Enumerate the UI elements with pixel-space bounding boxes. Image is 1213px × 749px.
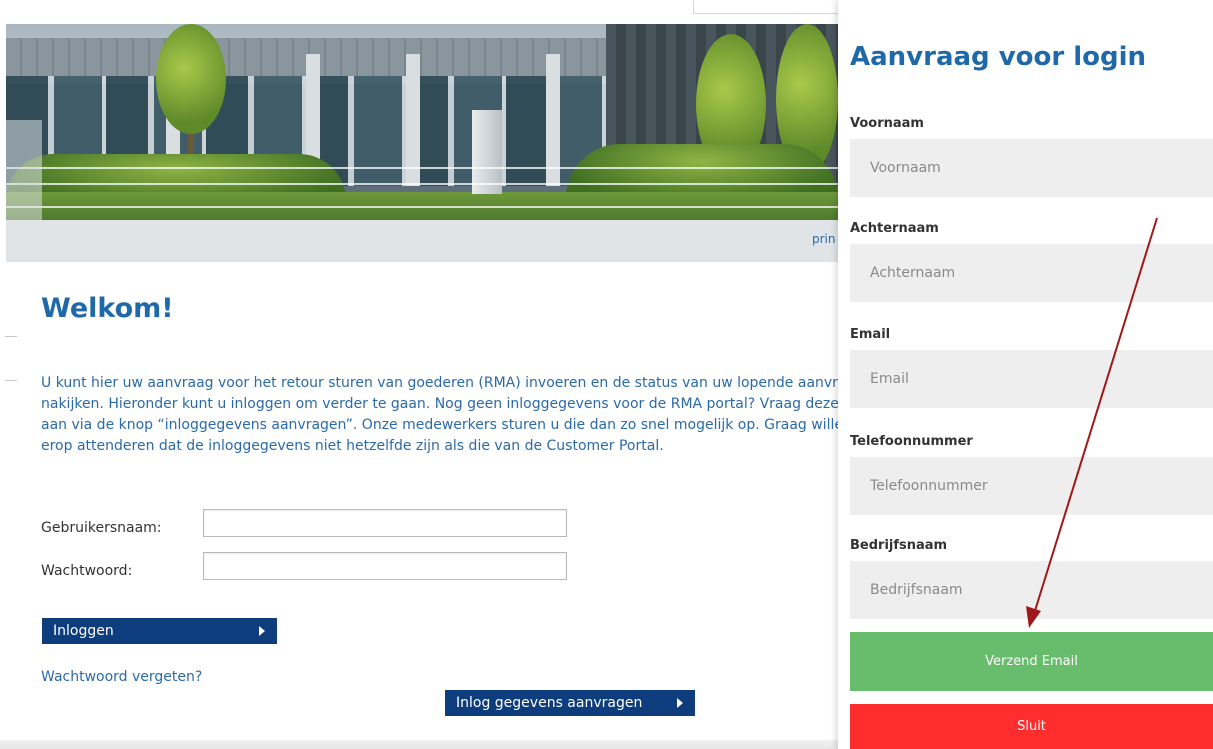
login-button[interactable]: Inloggen (42, 618, 277, 644)
login-request-panel: Aanvraag voor login Voornaam Achternaam … (838, 0, 1213, 749)
banner-side-tab (6, 120, 42, 220)
firstname-input[interactable] (850, 139, 1213, 197)
banner-image (6, 24, 838, 220)
intro-line: erop attenderen dat de inloggegevens nie… (41, 438, 664, 454)
lastname-label: Achternaam (850, 221, 939, 236)
intro-text: U kunt hier uw aanvraag voor het retour … (41, 373, 838, 465)
arrow-right-icon (677, 698, 683, 708)
stage: prin Welkom! U kunt hier uw aanvraag voo… (0, 0, 1213, 749)
password-input[interactable] (203, 552, 567, 580)
panel-title: Aanvraag voor login (850, 42, 1147, 72)
username-label: Gebruikersnaam: (41, 520, 162, 536)
phone-input[interactable] (850, 457, 1213, 515)
arrow-right-icon (259, 626, 265, 636)
toolbar-bar (6, 220, 838, 262)
phone-label: Telefoonnummer (850, 434, 973, 449)
close-button[interactable]: Sluit (850, 704, 1213, 749)
request-credentials-button[interactable]: Inlog gegevens aanvragen (445, 690, 695, 716)
print-link[interactable]: prin (812, 232, 836, 246)
divider (5, 380, 17, 381)
login-button-label: Inloggen (53, 623, 114, 639)
send-email-button[interactable]: Verzend Email (850, 632, 1213, 691)
email-input[interactable] (850, 350, 1213, 408)
lastname-input[interactable] (850, 244, 1213, 302)
intro-line: nakijken. Hieronder kunt u inloggen om v… (41, 396, 838, 412)
firstname-label: Voornaam (850, 116, 924, 131)
top-header-box (693, 0, 838, 14)
email-label: Email (850, 327, 891, 342)
page-title: Welkom! (41, 293, 174, 324)
company-input[interactable] (850, 561, 1213, 619)
request-credentials-label: Inlog gegevens aanvragen (456, 695, 643, 711)
username-input[interactable] (203, 509, 567, 537)
company-label: Bedrijfsnaam (850, 538, 948, 553)
intro-line: U kunt hier uw aanvraag voor het retour … (41, 375, 838, 391)
intro-line: aan via de knop “inloggegevens aanvragen… (41, 417, 838, 433)
forgot-password-link[interactable]: Wachtwoord vergeten? (41, 669, 202, 685)
page-footer-edge (0, 740, 838, 749)
password-label: Wachtwoord: (41, 563, 133, 579)
divider (5, 336, 17, 337)
